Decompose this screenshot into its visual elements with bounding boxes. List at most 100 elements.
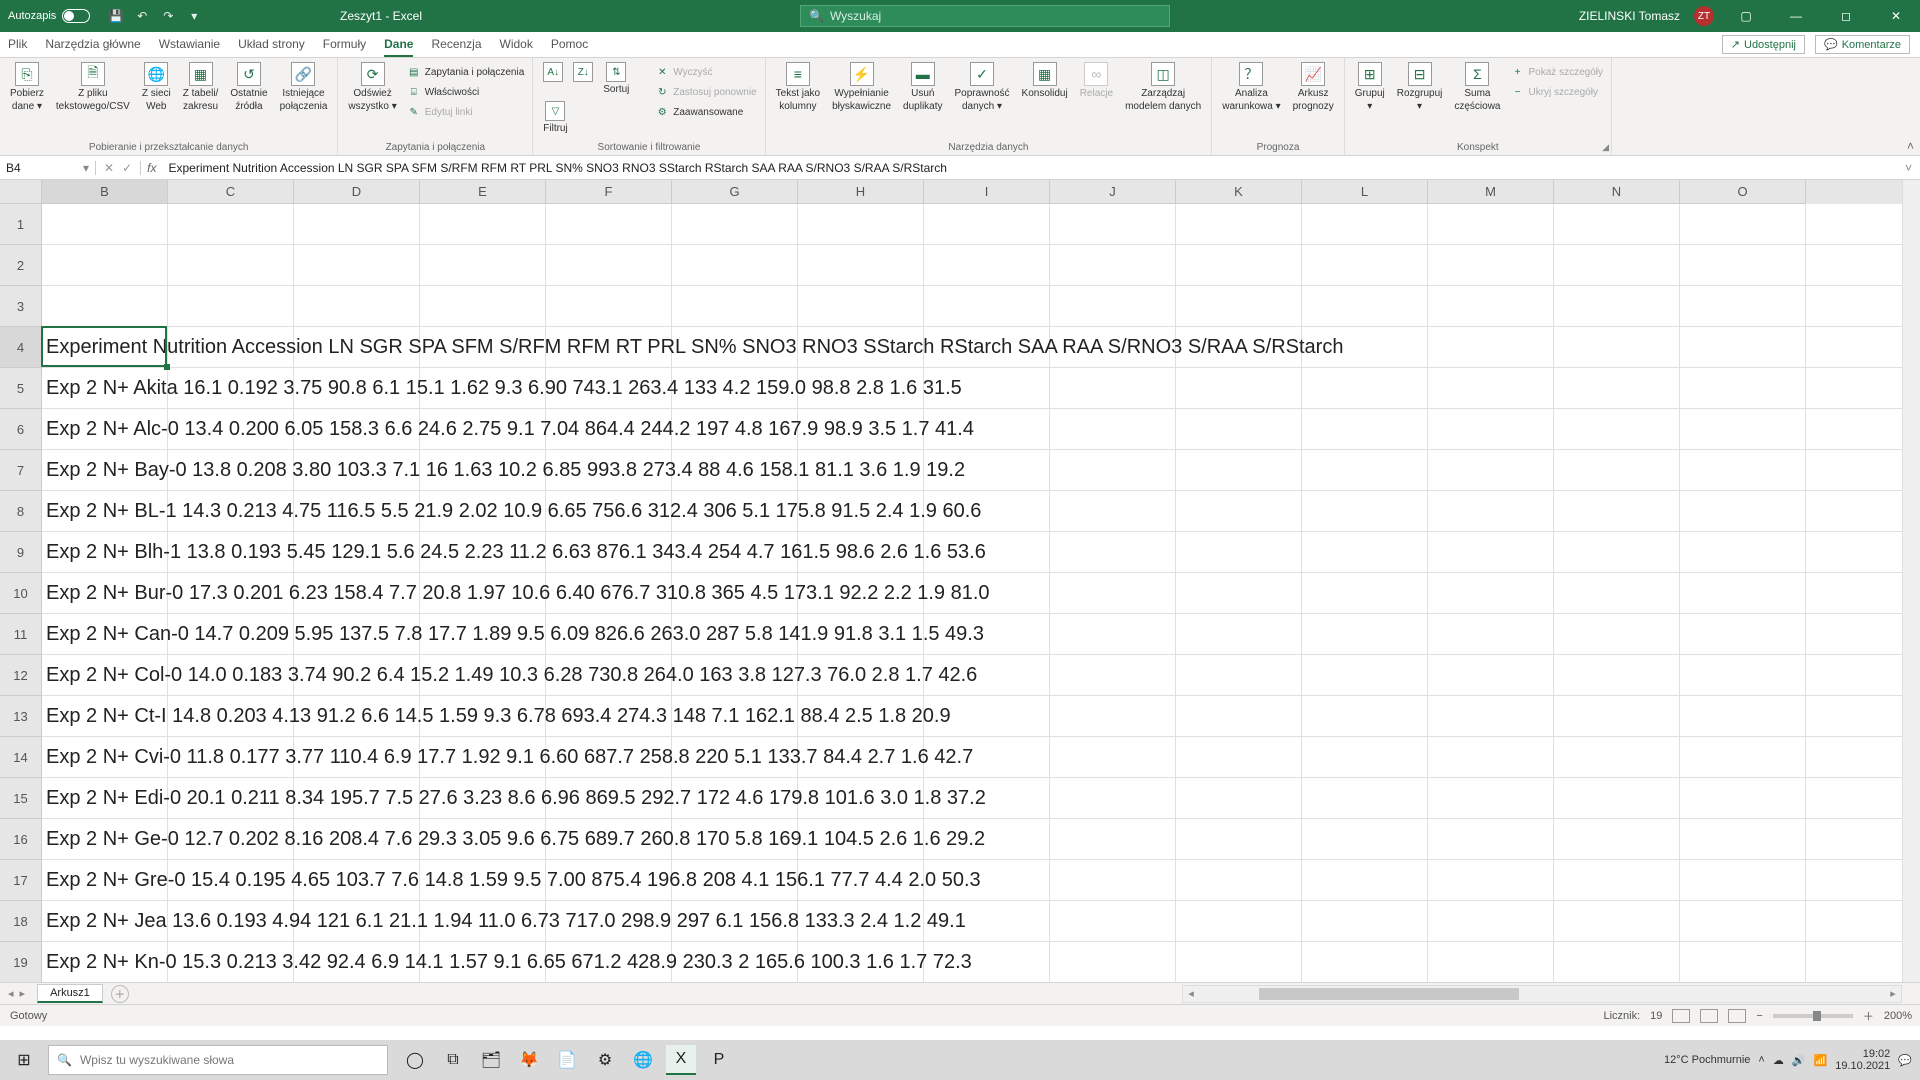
cell[interactable] bbox=[168, 860, 294, 900]
row-header[interactable]: 5 bbox=[0, 368, 42, 409]
row-header[interactable]: 1 bbox=[0, 204, 42, 245]
accept-formula-icon[interactable]: ✓ bbox=[122, 161, 132, 175]
row-header[interactable]: 18 bbox=[0, 901, 42, 942]
cell[interactable] bbox=[420, 573, 546, 613]
zoom-out-icon[interactable]: − bbox=[1756, 1010, 1762, 1022]
cell[interactable] bbox=[1554, 860, 1680, 900]
cell[interactable] bbox=[672, 204, 798, 244]
cell[interactable] bbox=[546, 204, 672, 244]
cell[interactable] bbox=[798, 737, 924, 777]
row-header[interactable]: 19 bbox=[0, 942, 42, 982]
cell[interactable] bbox=[42, 409, 168, 449]
tab-dane[interactable]: Dane bbox=[384, 33, 413, 57]
cell[interactable] bbox=[420, 901, 546, 941]
cell[interactable] bbox=[1050, 327, 1176, 367]
cell[interactable] bbox=[1302, 573, 1428, 613]
close-icon[interactable]: ✕ bbox=[1878, 0, 1914, 32]
tray-chevron-icon[interactable]: ˄ bbox=[1758, 1054, 1764, 1066]
cell[interactable] bbox=[924, 696, 1050, 736]
cell[interactable] bbox=[546, 696, 672, 736]
cell[interactable] bbox=[1680, 737, 1806, 777]
settings-icon[interactable]: ⚙ bbox=[590, 1045, 620, 1075]
view-layout-icon[interactable] bbox=[1700, 1009, 1718, 1023]
cell[interactable] bbox=[168, 819, 294, 859]
tab-recenzja[interactable]: Recenzja bbox=[431, 33, 481, 57]
cell[interactable] bbox=[420, 286, 546, 326]
cell[interactable] bbox=[42, 819, 168, 859]
cell[interactable] bbox=[924, 778, 1050, 818]
row-header[interactable]: 9 bbox=[0, 532, 42, 573]
cell[interactable] bbox=[924, 450, 1050, 490]
maximize-icon[interactable]: ◻ bbox=[1828, 0, 1864, 32]
cell[interactable] bbox=[546, 614, 672, 654]
cell[interactable] bbox=[1302, 655, 1428, 695]
cell[interactable] bbox=[672, 737, 798, 777]
cell[interactable] bbox=[420, 532, 546, 572]
cell[interactable] bbox=[1428, 901, 1554, 941]
weather-widget[interactable]: 12°C Pochmurnie bbox=[1664, 1054, 1750, 1066]
row-header[interactable]: 14 bbox=[0, 737, 42, 778]
row-header[interactable]: 16 bbox=[0, 819, 42, 860]
cell[interactable] bbox=[1680, 860, 1806, 900]
cell[interactable] bbox=[294, 696, 420, 736]
cell[interactable] bbox=[1176, 204, 1302, 244]
cell[interactable] bbox=[1176, 696, 1302, 736]
cell[interactable] bbox=[1554, 245, 1680, 285]
ribbon-button[interactable]: ⚡Wypełnianiebłyskawiczne bbox=[828, 60, 895, 114]
column-header[interactable]: H bbox=[798, 180, 924, 204]
ribbon-button[interactable]: ▽Filtruj bbox=[539, 99, 571, 136]
cell[interactable] bbox=[672, 450, 798, 490]
cell[interactable] bbox=[546, 450, 672, 490]
cell[interactable] bbox=[168, 573, 294, 613]
cell[interactable] bbox=[1680, 245, 1806, 285]
cell[interactable] bbox=[1302, 204, 1428, 244]
cell[interactable] bbox=[546, 737, 672, 777]
cell[interactable] bbox=[420, 860, 546, 900]
cell[interactable] bbox=[1176, 573, 1302, 613]
ribbon-button[interactable]: ◫Zarządzajmodelem danych bbox=[1121, 60, 1205, 114]
fx-icon[interactable]: fx bbox=[140, 161, 162, 175]
cell[interactable] bbox=[798, 942, 924, 982]
cell[interactable] bbox=[1302, 450, 1428, 490]
cell[interactable] bbox=[42, 450, 168, 490]
ribbon-button[interactable]: ▦Konsoliduj bbox=[1018, 60, 1072, 103]
cell[interactable] bbox=[546, 368, 672, 408]
cell[interactable] bbox=[546, 409, 672, 449]
cell[interactable] bbox=[1428, 655, 1554, 695]
cell[interactable] bbox=[1554, 614, 1680, 654]
cell[interactable] bbox=[1428, 860, 1554, 900]
cell[interactable] bbox=[924, 860, 1050, 900]
cell[interactable] bbox=[546, 819, 672, 859]
sheet-prev-icon[interactable]: ◂ bbox=[8, 987, 14, 1000]
cell[interactable] bbox=[1554, 204, 1680, 244]
cell[interactable] bbox=[1050, 532, 1176, 572]
wifi-icon[interactable]: 📶 bbox=[1814, 1054, 1828, 1067]
cell[interactable] bbox=[42, 655, 168, 695]
ribbon-button[interactable]: A↓ bbox=[539, 60, 567, 97]
cell[interactable] bbox=[294, 450, 420, 490]
cell[interactable] bbox=[1302, 409, 1428, 449]
cell[interactable] bbox=[798, 450, 924, 490]
cell[interactable] bbox=[1680, 819, 1806, 859]
scroll-right-icon[interactable]: ▸ bbox=[1885, 987, 1901, 1000]
cell[interactable] bbox=[924, 655, 1050, 695]
cell[interactable] bbox=[924, 942, 1050, 982]
dialog-launcher-icon[interactable]: ◢ bbox=[1602, 142, 1609, 153]
column-header[interactable]: O bbox=[1680, 180, 1806, 204]
cell[interactable] bbox=[1176, 901, 1302, 941]
cell[interactable] bbox=[168, 778, 294, 818]
cell[interactable] bbox=[1428, 614, 1554, 654]
cell[interactable] bbox=[1050, 819, 1176, 859]
cell[interactable] bbox=[672, 655, 798, 695]
cell[interactable] bbox=[546, 327, 672, 367]
taskbar-search[interactable]: 🔍 Wpisz tu wyszukiwane słowa bbox=[48, 1045, 388, 1075]
select-all-corner[interactable] bbox=[0, 180, 42, 204]
cell[interactable] bbox=[1302, 491, 1428, 531]
cell[interactable] bbox=[1176, 245, 1302, 285]
cell[interactable] bbox=[420, 614, 546, 654]
cell[interactable] bbox=[168, 409, 294, 449]
cell[interactable] bbox=[1428, 409, 1554, 449]
cell[interactable] bbox=[546, 532, 672, 572]
tab-widok[interactable]: Widok bbox=[500, 33, 533, 57]
cell[interactable] bbox=[672, 614, 798, 654]
